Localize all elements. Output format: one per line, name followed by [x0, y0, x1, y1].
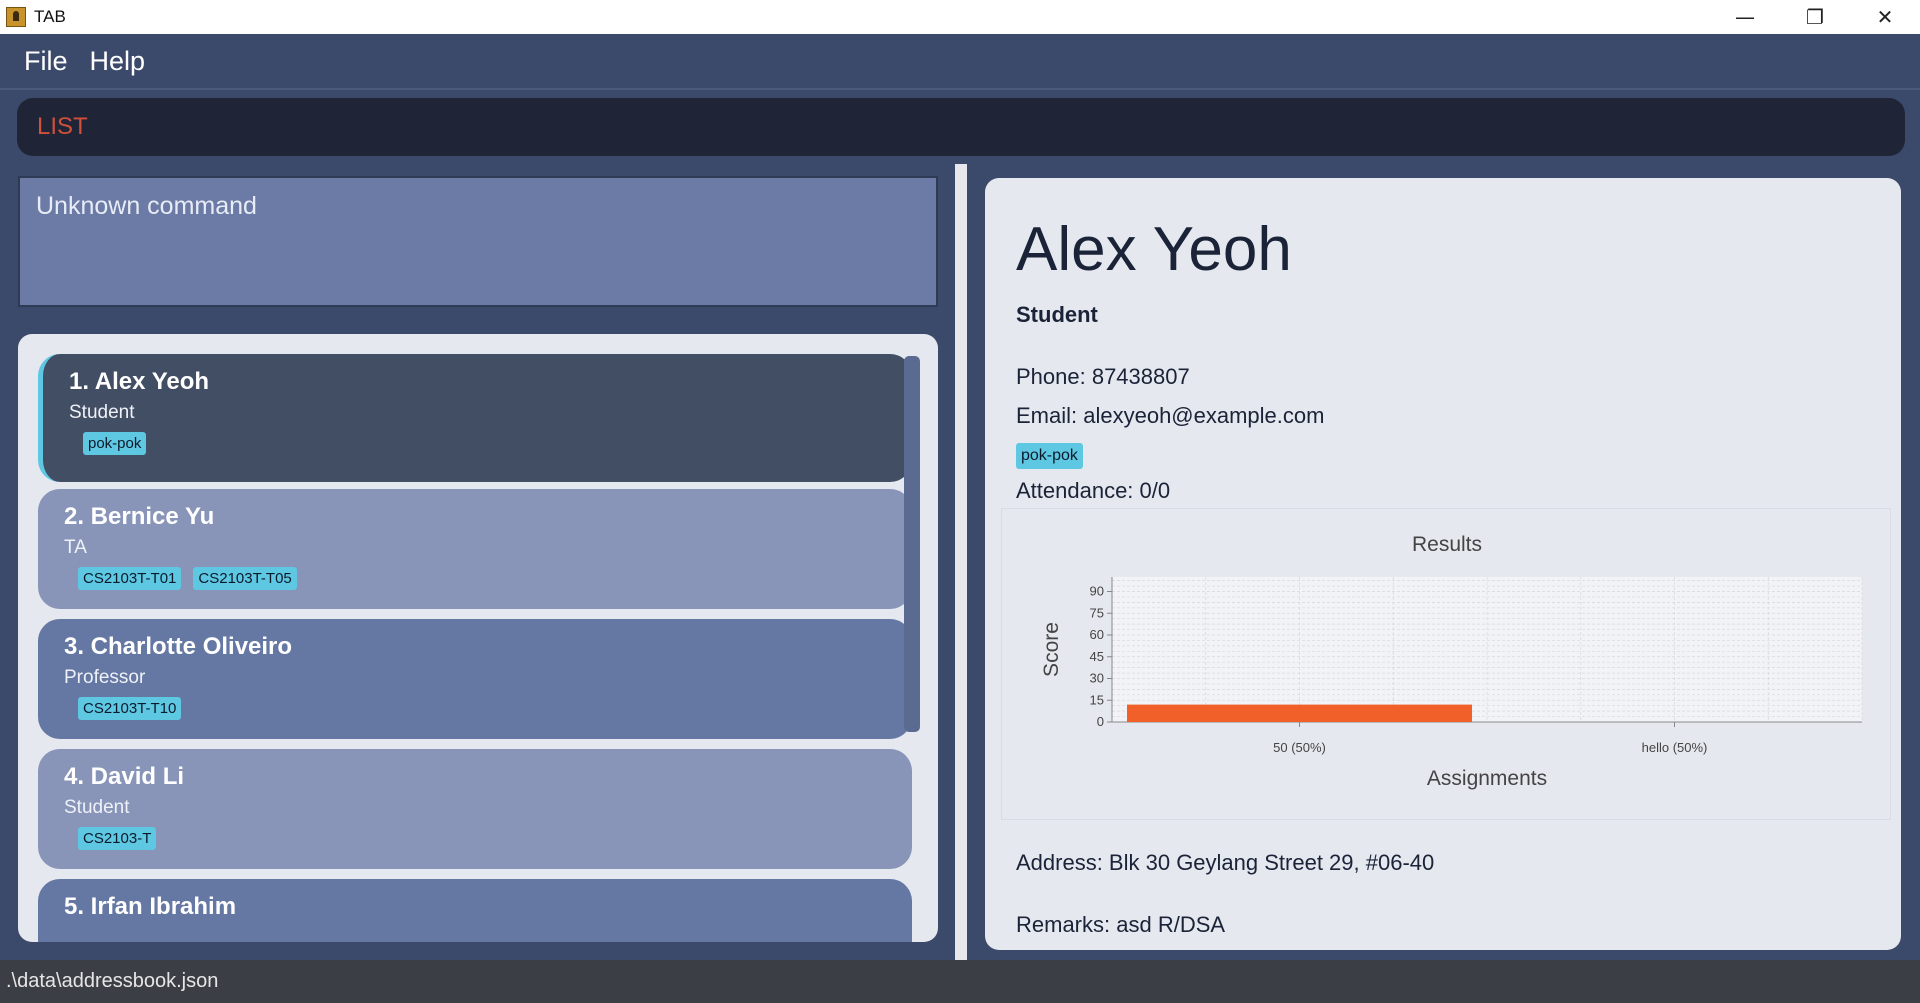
person-name: 2. Bernice Yu — [64, 503, 215, 530]
restore-button[interactable]: ❐ — [1780, 0, 1850, 34]
person-role: Student — [69, 402, 135, 423]
command-area: LIST — [0, 88, 1920, 164]
detail-name: Alex Yeoh — [1016, 215, 1292, 284]
y-tick-label: 60 — [1090, 627, 1104, 642]
tag: CS2103-T — [78, 827, 157, 850]
person-card[interactable]: 5. Irfan Ibrahim — [38, 879, 912, 942]
detail-tag: pok-pok — [1016, 443, 1083, 469]
y-axis-title: Score — [1040, 622, 1063, 677]
status-bar: .\data\addressbook.json — [0, 960, 1920, 1003]
y-tick-label: 30 — [1090, 671, 1104, 686]
person-role: TA — [64, 537, 87, 558]
x-axis-title: Assignments — [1427, 767, 1547, 790]
tag: CS2103T-T10 — [78, 697, 182, 720]
person-role: Professor — [64, 667, 146, 688]
y-tick-label: 15 — [1090, 692, 1104, 707]
person-name: 3. Charlotte Oliveiro — [64, 633, 293, 660]
person-card[interactable]: 2. Bernice Yu TA CS2103T-T01 CS2103T-T05 — [38, 489, 912, 609]
person-tags: CS2103-T — [78, 827, 886, 850]
menu-help[interactable]: Help — [90, 46, 146, 77]
split-divider[interactable] — [955, 164, 967, 960]
tag: CS2103T-T01 — [78, 567, 182, 590]
app-icon — [6, 7, 26, 27]
detail-address: Address: Blk 30 Geylang Street 29, #06-4… — [1016, 850, 1435, 875]
menu-bar: File Help — [0, 34, 1920, 88]
person-tags: CS2103T-T01 CS2103T-T05 — [78, 567, 886, 590]
person-card[interactable]: 3. Charlotte Oliveiro Professor CS2103T-… — [38, 619, 912, 739]
title-bar: TAB — ❐ ✕ — [0, 0, 1920, 34]
chart-canvas: 0 15 30 45 60 75 90 50 (50%) hello (50%) Assignme… — [1040, 577, 1863, 790]
bar — [1127, 704, 1472, 722]
results-chart: Results 0 15 30 45 60 75 90 50 (50%) hello (50%)… — [1001, 508, 1891, 820]
window-controls: — ❐ ✕ — [1710, 0, 1920, 34]
person-name: 5. Irfan Ibrahim — [64, 893, 237, 920]
person-card[interactable]: 1. Alex Yeoh Student pok-pok — [38, 354, 912, 482]
menu-file[interactable]: File — [24, 46, 68, 77]
person-detail: Alex Yeoh Student Phone: 87438807 Email:… — [985, 178, 1901, 950]
person-card[interactable]: 4. David Li Student CS2103-T — [38, 749, 912, 869]
person-role: Student — [64, 797, 130, 818]
person-tags: CS2103T-T10 — [78, 697, 886, 720]
left-panel: Unknown command 1. Alex Yeoh Student pok… — [0, 164, 955, 960]
list-scrollbar[interactable] — [904, 356, 920, 732]
close-button[interactable]: ✕ — [1850, 0, 1920, 34]
window-title: TAB — [34, 7, 66, 26]
detail-remarks: Remarks: asd R/DSA — [1016, 912, 1226, 937]
x-tick-label: hello (50%) — [1642, 740, 1708, 755]
detail-phone: Phone: 87438807 — [1016, 364, 1190, 389]
tag: pok-pok — [83, 432, 147, 455]
detail-role: Student — [1016, 302, 1098, 327]
person-name: 1. Alex Yeoh — [69, 368, 210, 395]
x-tick-label: 50 (50%) — [1273, 740, 1326, 755]
person-list[interactable]: 1. Alex Yeoh Student pok-pok 2. Bernice … — [18, 334, 938, 942]
y-tick-label: 45 — [1090, 649, 1104, 664]
y-tick-label: 90 — [1090, 584, 1104, 599]
detail-attendance: Attendance: 0/0 — [1016, 478, 1171, 503]
status-path: .\data\addressbook.json — [6, 970, 219, 992]
command-input[interactable]: LIST — [17, 98, 1905, 156]
person-tags: pok-pok — [83, 432, 886, 455]
tag: CS2103T-T05 — [193, 567, 297, 590]
result-text: Unknown command — [36, 192, 257, 220]
minimize-button[interactable]: — — [1710, 0, 1780, 34]
detail-email: Email: alexyeoh@example.com — [1016, 403, 1325, 428]
right-panel: Alex Yeoh Student Phone: 87438807 Email:… — [967, 164, 1920, 960]
person-name: 4. David Li — [64, 763, 185, 790]
y-tick-label: 0 — [1097, 714, 1104, 729]
y-tick-label: 75 — [1090, 605, 1104, 620]
result-display: Unknown command — [18, 176, 938, 307]
command-text: LIST — [37, 113, 88, 140]
